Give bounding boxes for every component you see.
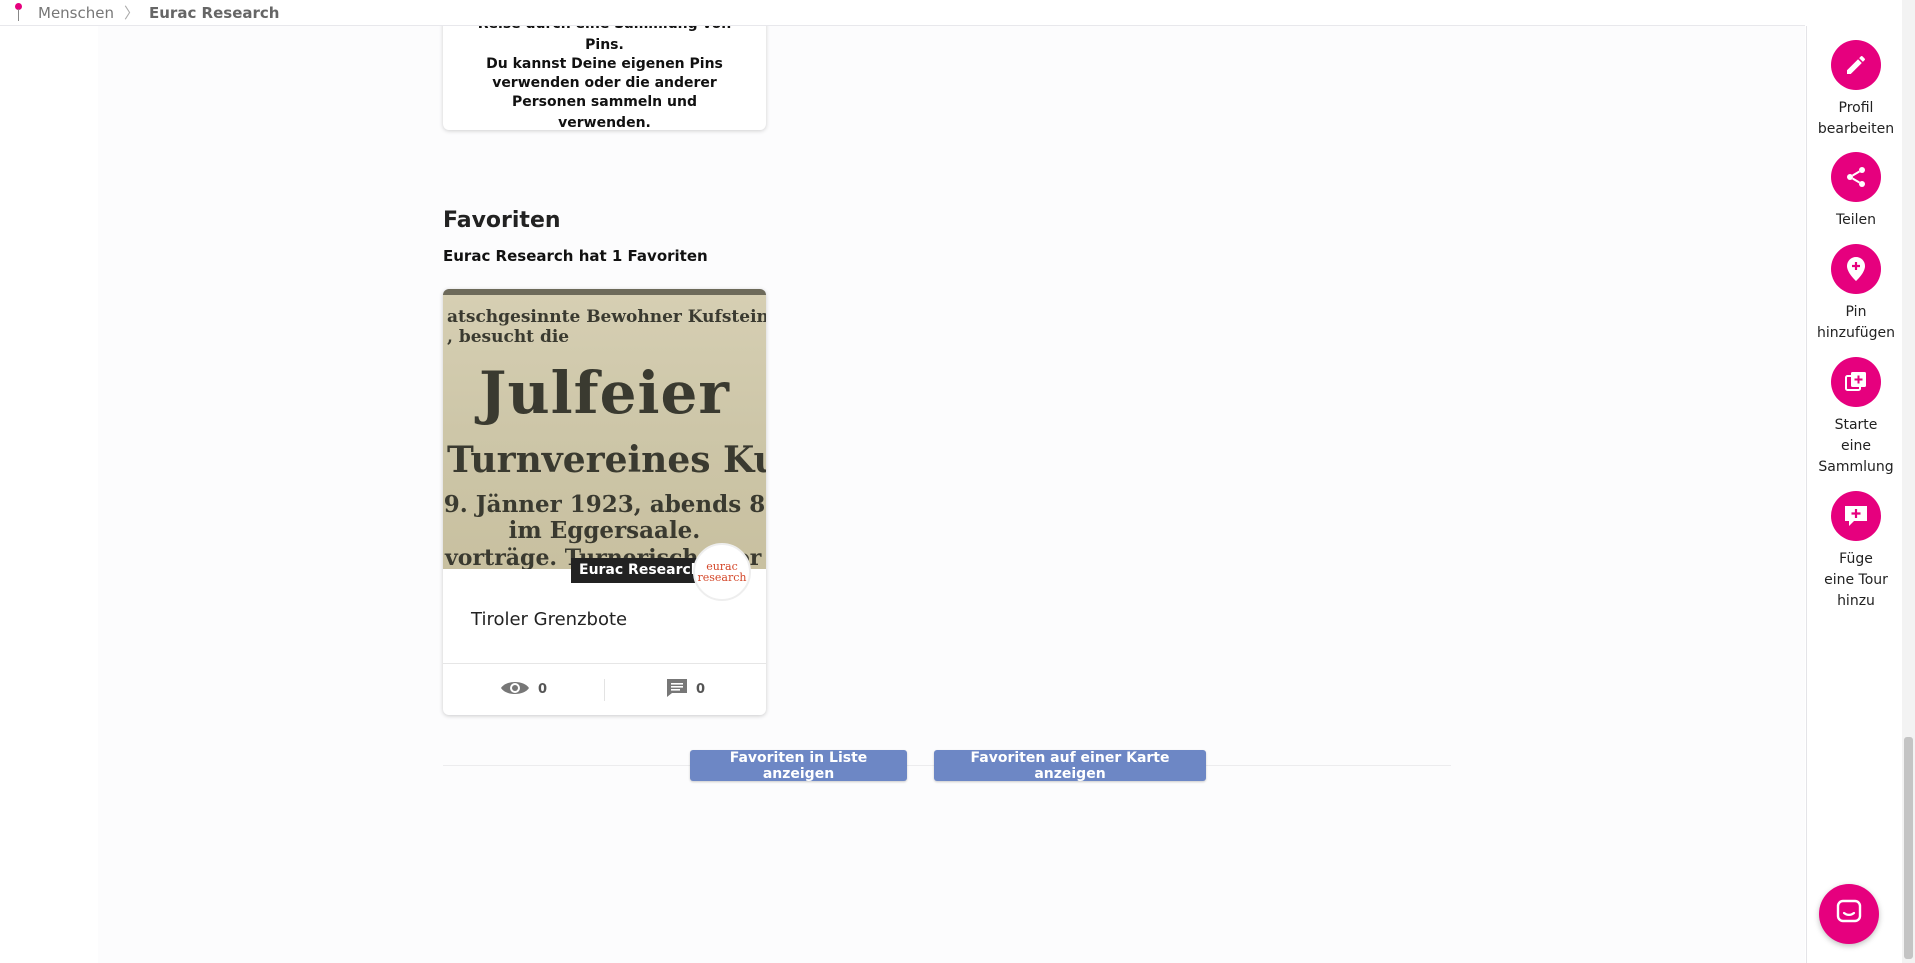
breadcrumb: Menschen 〉 Eurac Research [0, 0, 1805, 26]
action-sidebar: Profil bearbeiten Teilen Pin hinzufügen … [1806, 26, 1904, 963]
favorites-count: Eurac Research hat 1 Favoriten [443, 247, 708, 265]
newspaper-text: Turnvereines Kuff [447, 439, 766, 481]
page-scrollbar[interactable] [1902, 0, 1915, 963]
comments-stat[interactable]: 0 [605, 664, 766, 715]
intro-line: verwenden oder die anderer [492, 75, 717, 91]
edit-profile-action[interactable]: Profil bearbeiten [1807, 40, 1905, 140]
newspaper-text: atschgesinnte Bewohner Kufsteins und [447, 307, 766, 327]
action-label: Teilen [1835, 212, 1877, 228]
favorite-stats: 0 0 [443, 663, 766, 715]
action-label: Füge [1839, 551, 1873, 567]
comments-count: 0 [695, 682, 706, 697]
content-background [98, 0, 1805, 963]
add-tour-action[interactable]: Füge eine Tour hinzu [1807, 491, 1905, 612]
show-favorites-list-button[interactable]: Favoriten in Liste anzeigen [690, 750, 907, 782]
eye-icon [500, 679, 530, 701]
favorite-title[interactable]: Tiroler Grenzbote [471, 609, 627, 630]
logo-text: research [697, 571, 747, 584]
views-count: 0 [537, 682, 548, 697]
action-label: Sammlung [1818, 459, 1894, 475]
newspaper-text: im Eggersaale. [508, 517, 701, 544]
breadcrumb-link-menschen[interactable]: Menschen [38, 4, 114, 22]
chat-plus-icon[interactable] [1831, 491, 1881, 541]
views-stat: 0 [443, 664, 604, 715]
messenger-button[interactable] [1819, 884, 1879, 944]
intro-line: Du kannst Deine eigenen Pins [486, 56, 723, 72]
action-label: Profil [1838, 100, 1874, 116]
favorites-title: Favoriten [443, 208, 561, 233]
action-label: bearbeiten [1817, 121, 1895, 137]
share-icon[interactable] [1831, 152, 1881, 202]
pin-icon [12, 2, 24, 23]
breadcrumb-current: Eurac Research [149, 3, 280, 22]
owner-avatar[interactable]: eurac research [693, 543, 751, 601]
favorite-card[interactable]: atschgesinnte Bewohner Kufsteins und , b… [443, 289, 766, 715]
scrollbar-thumb[interactable] [1904, 737, 1913, 959]
messenger-icon [1835, 898, 1863, 930]
comment-icon [666, 678, 688, 702]
pencil-icon[interactable] [1831, 40, 1881, 90]
share-action[interactable]: Teilen [1807, 152, 1905, 231]
intro-line: Personen sammeln und verwenden. [512, 94, 697, 130]
map-pin-plus-icon[interactable] [1831, 244, 1881, 294]
newspaper-text: , besucht die [447, 327, 570, 347]
newspaper-image[interactable]: atschgesinnte Bewohner Kufsteins und , b… [443, 289, 766, 569]
start-collection-action[interactable]: Starte eine Sammlung [1807, 357, 1905, 478]
action-label: hinzu [1837, 593, 1875, 609]
newspaper-headline: Julfeier [479, 359, 730, 427]
owner-name-tag[interactable]: Eurac Research [571, 558, 709, 583]
action-label: hinzufügen [1816, 325, 1896, 341]
show-favorites-map-button[interactable]: Favoriten auf einer Karte anzeigen [934, 750, 1206, 782]
action-label: eine Tour [1824, 572, 1888, 588]
collection-add-icon[interactable] [1831, 357, 1881, 407]
action-label: Starte [1834, 417, 1878, 433]
action-label: eine [1841, 438, 1871, 454]
add-pin-action[interactable]: Pin hinzufügen [1807, 244, 1905, 344]
breadcrumb-separator: 〉 [123, 4, 139, 22]
newspaper-text: 9. Jänner 1923, abends 8 [443, 491, 766, 518]
action-label: Pin [1845, 304, 1867, 320]
